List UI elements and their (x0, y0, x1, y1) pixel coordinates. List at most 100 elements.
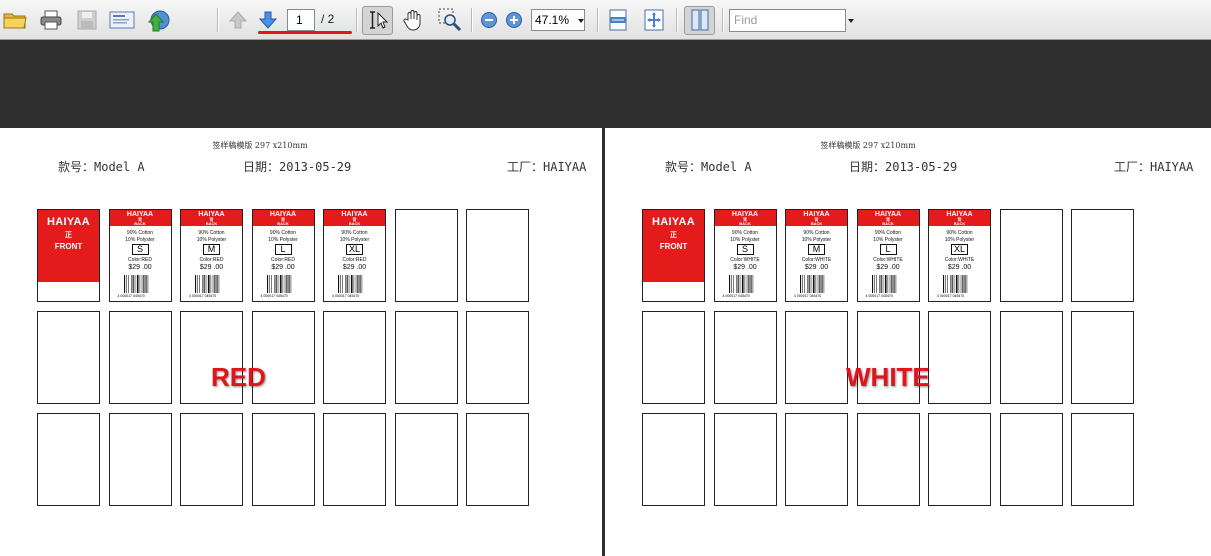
color-text: Color:WHITE (944, 257, 975, 263)
barcode-number: 4 000017 045470 (865, 294, 893, 298)
price-text: $29 .00 (342, 264, 367, 271)
share-icon[interactable] (144, 8, 172, 34)
size-box: L (274, 244, 292, 255)
factory-field: 工厂：HAIYAA (1114, 160, 1194, 174)
composition-line-2: 10% Polyster (873, 237, 903, 243)
page-number-input[interactable]: 1 (287, 9, 315, 31)
select-tool-icon[interactable] (366, 8, 390, 32)
date-field: 日期：2013-05-29 (243, 160, 352, 174)
front-zh-label: 正 (65, 232, 72, 239)
composition-line-2: 10% Polyster (339, 237, 370, 243)
composition-line-1: 90% Cotton (731, 230, 759, 236)
previous-page-icon[interactable] (226, 8, 250, 32)
style-number: 款号：Model A (58, 160, 145, 174)
back-label: BACK (810, 221, 823, 226)
save-icon[interactable] (74, 8, 100, 32)
hand-tool-icon[interactable] (400, 7, 426, 33)
find-input[interactable]: Find (729, 9, 846, 32)
price-text: $29 .00 (271, 264, 295, 271)
back-tag: HAIYAA 背 BACK 90% Cotton 10% Polyster L … (251, 209, 315, 302)
barcode-number: 4 000017 045470 (937, 294, 965, 298)
size-box: L (879, 244, 897, 255)
size-box: M (203, 244, 220, 255)
size-box: M (808, 244, 825, 255)
empty-label-slot (394, 413, 458, 506)
color-text: Color:RED (271, 257, 295, 263)
barcode-number: 4 000017 045470 (189, 294, 217, 298)
barcode-number: 4 000017 045470 (794, 294, 822, 298)
pdf-page-1[interactable]: 签样稿模版 297 x210mm 款号：Model A 日期：2013-05-2… (0, 128, 602, 556)
find-dropdown-chevron-icon[interactable] (848, 19, 854, 23)
empty-label-slot (180, 413, 243, 506)
single-page-view-icon[interactable] (688, 8, 712, 32)
back-label: BACK (739, 221, 751, 226)
front-label: FRONT (54, 242, 83, 251)
empty-label-slot (1071, 311, 1134, 404)
color-text: Color:RED (199, 257, 224, 263)
style-number: 款号：Model A (665, 160, 752, 174)
composition-line-1: 90% Cotton (803, 230, 830, 236)
fit-width-icon[interactable] (606, 8, 630, 32)
composition-line-2: 10% Polyster (801, 237, 832, 243)
zoom-in-icon[interactable] (503, 9, 525, 31)
composition-line-1: 90% Cotton (341, 230, 368, 236)
empty-label-slot (785, 413, 848, 506)
back-label: BACK (953, 221, 966, 226)
composition-line-1: 90% Cotton (874, 230, 902, 236)
zoom-out-icon[interactable] (478, 9, 500, 31)
empty-label-slot (856, 413, 920, 506)
composition-line-1: 90% Cotton (946, 230, 973, 236)
back-tag: HAIYAA 背 BACK 90% Cotton 10% Polyster M … (180, 209, 243, 302)
next-page-icon[interactable] (256, 8, 280, 32)
empty-label-slot (323, 413, 386, 506)
composition-line-2: 10% Polyster (196, 237, 227, 243)
email-icon[interactable] (108, 8, 136, 32)
empty-label-slot (108, 311, 172, 404)
factory-field: 工厂：HAIYAA (507, 160, 587, 174)
barcode-number: 4 000017 045470 (117, 294, 145, 298)
print-icon[interactable] (38, 8, 64, 32)
toolbar: 1 / 2 47.1% Find (0, 0, 1211, 40)
back-tag: HAIYAA 背 BACK 90% Cotton 10% Polyster XL… (928, 209, 991, 302)
page-nav-underline (258, 31, 352, 34)
size-box: S (736, 244, 754, 255)
barcode-graphic (871, 275, 896, 293)
barcode-graphic (943, 275, 968, 293)
front-tag: HAIYAA 正 FRONT (642, 209, 705, 302)
composition-line-2: 10% Polyster (944, 237, 975, 243)
color-text: Color:WHITE (801, 257, 832, 263)
back-tag: HAIYAA 背 BACK 90% Cotton 10% Polyster S … (108, 209, 172, 302)
open-folder-icon[interactable] (2, 8, 28, 32)
empty-label-slot (108, 413, 172, 506)
composition-line-1: 90% Cotton (198, 230, 225, 236)
color-text: Color:WHITE (873, 257, 903, 263)
price-text: $29 .00 (199, 264, 224, 271)
zoom-level-input[interactable]: 47.1% (531, 9, 585, 31)
fit-page-icon[interactable] (642, 8, 666, 32)
empty-label-slot (999, 413, 1063, 506)
front-tag-red-panel: HAIYAA 正 FRONT (643, 210, 704, 282)
barcode-number: 4 000017 045470 (332, 294, 360, 298)
page-total: / 2 (321, 12, 335, 26)
empty-label-slot (466, 311, 529, 404)
back-label: BACK (348, 221, 361, 226)
color-text: Color:WHITE (730, 257, 760, 263)
empty-label-slot (394, 311, 458, 404)
back-label: BACK (277, 221, 289, 226)
pdf-page-2[interactable]: 签样稿模版 297 x210mm 款号：Model A 日期：2013-05-2… (605, 128, 1211, 556)
marquee-zoom-icon[interactable] (437, 7, 463, 33)
brand-name: HAIYAA (652, 216, 695, 228)
zoom-dropdown-chevron-icon[interactable] (578, 19, 584, 23)
back-tag-header: HAIYAA 背 BACK (786, 210, 847, 226)
empty-label-slot (1071, 413, 1134, 506)
front-label: FRONT (659, 242, 688, 251)
color-text: Color:RED (342, 257, 367, 263)
date-field: 日期：2013-05-29 (849, 160, 958, 174)
template-size-title: 签样稿模版 297 x210mm (212, 141, 308, 150)
empty-label-slot (37, 413, 100, 506)
barcode-number: 4 000017 045470 (722, 294, 750, 298)
empty-label-slot (999, 311, 1063, 404)
barcode-graphic (338, 275, 363, 293)
back-tag-header: HAIYAA 背 BACK (857, 210, 919, 226)
barcode-graphic (123, 275, 148, 293)
